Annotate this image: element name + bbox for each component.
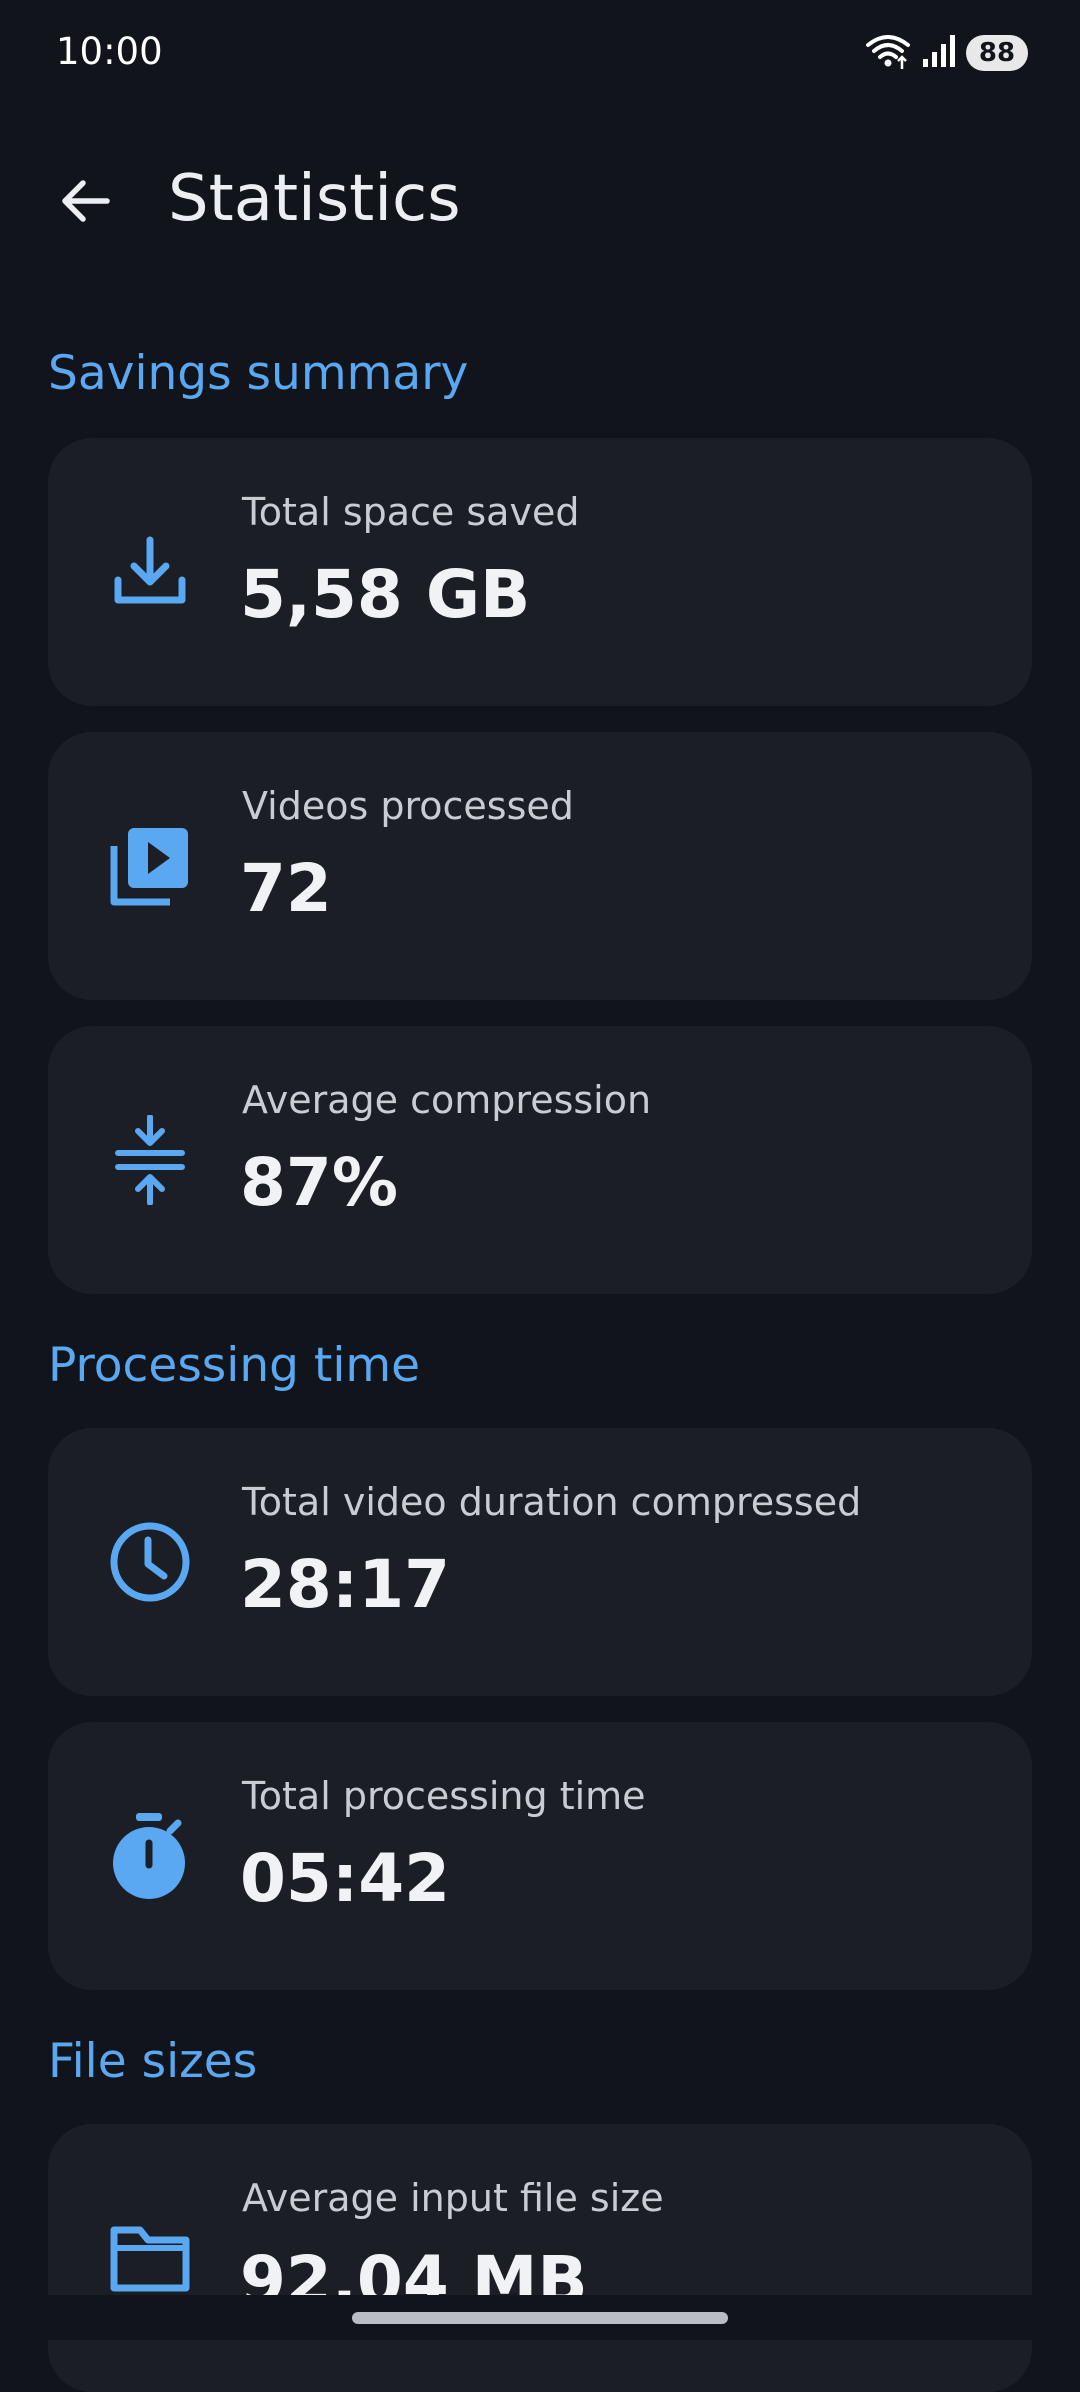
status-time: 10:00 [56, 30, 163, 73]
status-bar: 10:00 88 [0, 0, 1080, 110]
stat-value: 87% [240, 1144, 398, 1221]
back-button[interactable] [40, 158, 130, 248]
stat-card-space-saved: Total space saved 5,58 GB [48, 438, 1032, 706]
arrow-back-icon [57, 173, 113, 233]
stopwatch-icon [100, 1806, 200, 1906]
compress-icon [100, 1110, 200, 1210]
stat-card-average-input-size: Average input file size 92,04 MB [48, 2124, 1032, 2392]
stat-label: Videos processed [242, 784, 574, 828]
download-icon [100, 522, 200, 622]
section-title-processing: Processing time [48, 1338, 421, 1393]
stat-card-average-compression: Average compression 87% [48, 1026, 1032, 1294]
stat-value: 05:42 [240, 1840, 451, 1917]
page-title: Statistics [168, 162, 461, 236]
section-title-file-sizes: File sizes [48, 2034, 258, 2089]
stat-label: Total video duration compressed [242, 1480, 862, 1524]
stat-label: Average input file size [242, 2176, 664, 2220]
stat-label: Average compression [242, 1078, 652, 1122]
gesture-handle[interactable] [352, 2312, 728, 2324]
folder-icon [100, 2208, 200, 2308]
stat-card-video-duration: Total video duration compressed 28:17 [48, 1428, 1032, 1696]
stat-label: Total processing time [242, 1774, 646, 1818]
wifi-icon [864, 31, 912, 75]
app-bar: Statistics [0, 140, 1080, 260]
stat-value: 28:17 [240, 1546, 451, 1623]
stat-card-videos-processed: Videos processed 72 [48, 732, 1032, 1000]
signal-icon [922, 33, 956, 73]
stat-value: 5,58 GB [240, 556, 531, 633]
status-icons: 88 [864, 30, 1028, 76]
stat-value: 72 [240, 850, 332, 927]
clock-icon [100, 1512, 200, 1612]
section-title-savings: Savings summary [48, 346, 469, 401]
stat-card-processing-time: Total processing time 05:42 [48, 1722, 1032, 1990]
battery-indicator: 88 [966, 35, 1028, 71]
video-library-icon [100, 816, 200, 916]
stat-label: Total space saved [242, 490, 580, 534]
